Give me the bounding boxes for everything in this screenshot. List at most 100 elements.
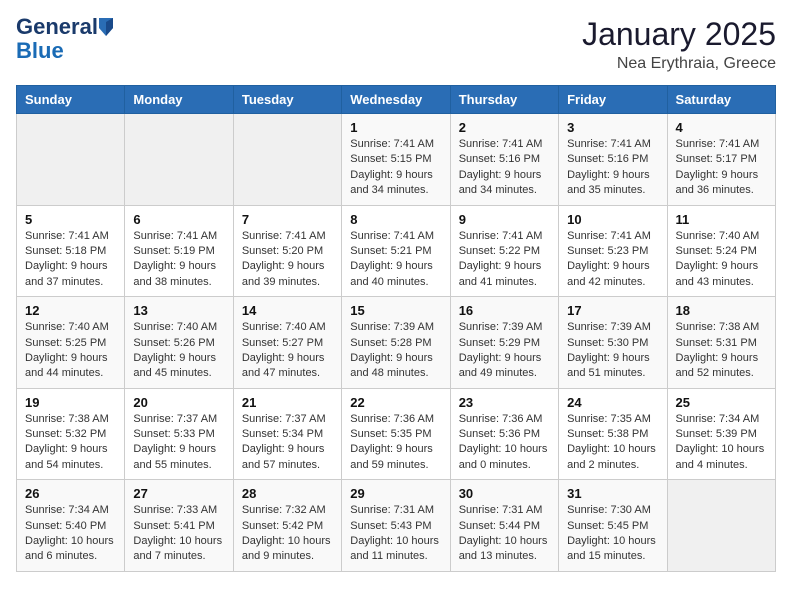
calendar-cell: 31 Sunrise: 7:30 AM Sunset: 5:45 PM Dayl… — [559, 480, 667, 572]
page-header: General Blue January 2025 Nea Erythraia,… — [16, 16, 776, 73]
calendar-cell: 12 Sunrise: 7:40 AM Sunset: 5:25 PM Dayl… — [17, 297, 125, 389]
calendar-cell: 4 Sunrise: 7:41 AM Sunset: 5:17 PM Dayli… — [667, 114, 775, 206]
day-info: Sunrise: 7:39 AM Sunset: 5:28 PM Dayligh… — [350, 320, 441, 382]
day-info: Sunrise: 7:41 AM Sunset: 5:16 PM Dayligh… — [567, 137, 658, 199]
calendar-cell: 11 Sunrise: 7:40 AM Sunset: 5:24 PM Dayl… — [667, 205, 775, 297]
logo-general: General — [16, 16, 98, 38]
day-info: Sunrise: 7:33 AM Sunset: 5:41 PM Dayligh… — [133, 503, 224, 565]
calendar-cell: 30 Sunrise: 7:31 AM Sunset: 5:44 PM Dayl… — [450, 480, 558, 572]
day-info: Sunrise: 7:34 AM Sunset: 5:40 PM Dayligh… — [25, 503, 116, 565]
day-info: Sunrise: 7:38 AM Sunset: 5:32 PM Dayligh… — [25, 412, 116, 474]
day-number: 29 — [350, 486, 441, 501]
calendar-cell: 7 Sunrise: 7:41 AM Sunset: 5:20 PM Dayli… — [233, 205, 341, 297]
calendar: SundayMondayTuesdayWednesdayThursdayFrid… — [16, 85, 776, 572]
day-info: Sunrise: 7:39 AM Sunset: 5:30 PM Dayligh… — [567, 320, 658, 382]
day-info: Sunrise: 7:41 AM Sunset: 5:15 PM Dayligh… — [350, 137, 441, 199]
calendar-cell — [233, 114, 341, 206]
month-title: January 2025 — [582, 16, 776, 53]
calendar-cell — [125, 114, 233, 206]
calendar-cell: 14 Sunrise: 7:40 AM Sunset: 5:27 PM Dayl… — [233, 297, 341, 389]
day-info: Sunrise: 7:40 AM Sunset: 5:24 PM Dayligh… — [676, 229, 767, 291]
day-number: 7 — [242, 212, 333, 227]
calendar-cell: 10 Sunrise: 7:41 AM Sunset: 5:23 PM Dayl… — [559, 205, 667, 297]
day-number: 17 — [567, 303, 658, 318]
calendar-cell: 25 Sunrise: 7:34 AM Sunset: 5:39 PM Dayl… — [667, 388, 775, 480]
day-info: Sunrise: 7:37 AM Sunset: 5:34 PM Dayligh… — [242, 412, 333, 474]
day-number: 14 — [242, 303, 333, 318]
day-number: 9 — [459, 212, 550, 227]
location: Nea Erythraia, Greece — [582, 55, 776, 73]
calendar-cell: 19 Sunrise: 7:38 AM Sunset: 5:32 PM Dayl… — [17, 388, 125, 480]
calendar-cell: 22 Sunrise: 7:36 AM Sunset: 5:35 PM Dayl… — [342, 388, 450, 480]
column-header-sunday: Sunday — [17, 86, 125, 114]
calendar-cell: 17 Sunrise: 7:39 AM Sunset: 5:30 PM Dayl… — [559, 297, 667, 389]
day-number: 28 — [242, 486, 333, 501]
day-info: Sunrise: 7:34 AM Sunset: 5:39 PM Dayligh… — [676, 412, 767, 474]
day-info: Sunrise: 7:41 AM Sunset: 5:19 PM Dayligh… — [133, 229, 224, 291]
calendar-cell: 9 Sunrise: 7:41 AM Sunset: 5:22 PM Dayli… — [450, 205, 558, 297]
calendar-cell — [667, 480, 775, 572]
calendar-week-2: 5 Sunrise: 7:41 AM Sunset: 5:18 PM Dayli… — [17, 205, 776, 297]
calendar-cell: 6 Sunrise: 7:41 AM Sunset: 5:19 PM Dayli… — [125, 205, 233, 297]
day-info: Sunrise: 7:31 AM Sunset: 5:43 PM Dayligh… — [350, 503, 441, 565]
column-header-friday: Friday — [559, 86, 667, 114]
day-number: 10 — [567, 212, 658, 227]
day-number: 11 — [676, 212, 767, 227]
day-number: 15 — [350, 303, 441, 318]
calendar-cell: 21 Sunrise: 7:37 AM Sunset: 5:34 PM Dayl… — [233, 388, 341, 480]
day-number: 26 — [25, 486, 116, 501]
day-info: Sunrise: 7:41 AM Sunset: 5:18 PM Dayligh… — [25, 229, 116, 291]
calendar-cell: 15 Sunrise: 7:39 AM Sunset: 5:28 PM Dayl… — [342, 297, 450, 389]
day-info: Sunrise: 7:41 AM Sunset: 5:17 PM Dayligh… — [676, 137, 767, 199]
calendar-cell: 27 Sunrise: 7:33 AM Sunset: 5:41 PM Dayl… — [125, 480, 233, 572]
day-number: 8 — [350, 212, 441, 227]
day-info: Sunrise: 7:30 AM Sunset: 5:45 PM Dayligh… — [567, 503, 658, 565]
calendar-cell — [17, 114, 125, 206]
day-number: 22 — [350, 395, 441, 410]
day-info: Sunrise: 7:32 AM Sunset: 5:42 PM Dayligh… — [242, 503, 333, 565]
day-number: 25 — [676, 395, 767, 410]
day-info: Sunrise: 7:41 AM Sunset: 5:21 PM Dayligh… — [350, 229, 441, 291]
column-header-tuesday: Tuesday — [233, 86, 341, 114]
calendar-week-1: 1 Sunrise: 7:41 AM Sunset: 5:15 PM Dayli… — [17, 114, 776, 206]
day-number: 3 — [567, 120, 658, 135]
day-info: Sunrise: 7:41 AM Sunset: 5:23 PM Dayligh… — [567, 229, 658, 291]
logo-icon — [99, 18, 113, 36]
calendar-cell: 2 Sunrise: 7:41 AM Sunset: 5:16 PM Dayli… — [450, 114, 558, 206]
day-info: Sunrise: 7:40 AM Sunset: 5:27 PM Dayligh… — [242, 320, 333, 382]
day-info: Sunrise: 7:35 AM Sunset: 5:38 PM Dayligh… — [567, 412, 658, 474]
calendar-cell: 5 Sunrise: 7:41 AM Sunset: 5:18 PM Dayli… — [17, 205, 125, 297]
day-info: Sunrise: 7:36 AM Sunset: 5:35 PM Dayligh… — [350, 412, 441, 474]
day-number: 24 — [567, 395, 658, 410]
logo: General Blue — [16, 16, 113, 64]
day-number: 23 — [459, 395, 550, 410]
day-info: Sunrise: 7:41 AM Sunset: 5:20 PM Dayligh… — [242, 229, 333, 291]
day-info: Sunrise: 7:38 AM Sunset: 5:31 PM Dayligh… — [676, 320, 767, 382]
day-number: 18 — [676, 303, 767, 318]
day-number: 21 — [242, 395, 333, 410]
calendar-week-3: 12 Sunrise: 7:40 AM Sunset: 5:25 PM Dayl… — [17, 297, 776, 389]
day-info: Sunrise: 7:41 AM Sunset: 5:16 PM Dayligh… — [459, 137, 550, 199]
column-header-thursday: Thursday — [450, 86, 558, 114]
calendar-cell: 23 Sunrise: 7:36 AM Sunset: 5:36 PM Dayl… — [450, 388, 558, 480]
day-number: 16 — [459, 303, 550, 318]
day-number: 20 — [133, 395, 224, 410]
calendar-cell: 13 Sunrise: 7:40 AM Sunset: 5:26 PM Dayl… — [125, 297, 233, 389]
day-info: Sunrise: 7:36 AM Sunset: 5:36 PM Dayligh… — [459, 412, 550, 474]
day-number: 30 — [459, 486, 550, 501]
day-info: Sunrise: 7:41 AM Sunset: 5:22 PM Dayligh… — [459, 229, 550, 291]
logo-blue-text: Blue — [16, 38, 64, 63]
calendar-cell: 18 Sunrise: 7:38 AM Sunset: 5:31 PM Dayl… — [667, 297, 775, 389]
calendar-cell: 29 Sunrise: 7:31 AM Sunset: 5:43 PM Dayl… — [342, 480, 450, 572]
calendar-cell: 3 Sunrise: 7:41 AM Sunset: 5:16 PM Dayli… — [559, 114, 667, 206]
column-header-saturday: Saturday — [667, 86, 775, 114]
column-header-monday: Monday — [125, 86, 233, 114]
calendar-cell: 28 Sunrise: 7:32 AM Sunset: 5:42 PM Dayl… — [233, 480, 341, 572]
calendar-cell: 1 Sunrise: 7:41 AM Sunset: 5:15 PM Dayli… — [342, 114, 450, 206]
calendar-cell: 24 Sunrise: 7:35 AM Sunset: 5:38 PM Dayl… — [559, 388, 667, 480]
day-number: 6 — [133, 212, 224, 227]
day-number: 2 — [459, 120, 550, 135]
day-number: 12 — [25, 303, 116, 318]
calendar-cell: 26 Sunrise: 7:34 AM Sunset: 5:40 PM Dayl… — [17, 480, 125, 572]
calendar-week-5: 26 Sunrise: 7:34 AM Sunset: 5:40 PM Dayl… — [17, 480, 776, 572]
